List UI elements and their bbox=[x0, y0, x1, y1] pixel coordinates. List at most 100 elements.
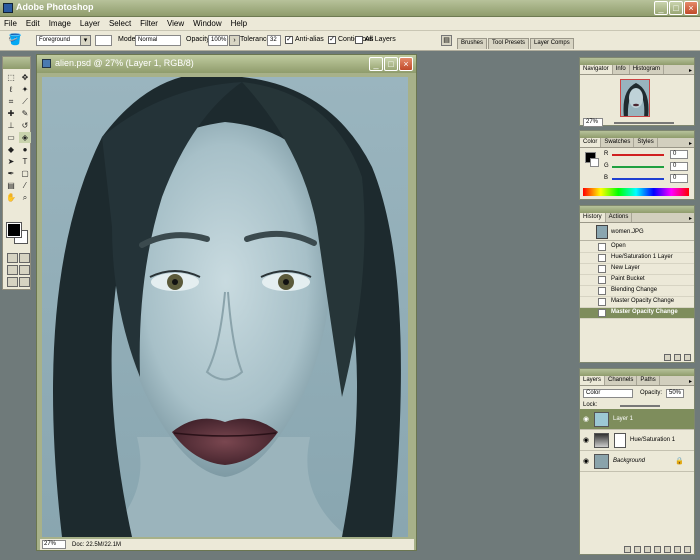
new-document-from-state-icon[interactable] bbox=[664, 354, 671, 361]
screen-mode-standard-icon[interactable] bbox=[7, 265, 18, 275]
contiguous-checkbox[interactable]: ✓ bbox=[328, 36, 336, 44]
history-state[interactable]: Master Opacity Change bbox=[580, 297, 694, 308]
shape-tool-icon[interactable]: ▢ bbox=[19, 168, 31, 179]
color-r-input[interactable]: 0 bbox=[670, 150, 688, 159]
tab-navigator[interactable]: Navigator bbox=[580, 65, 613, 74]
close-button[interactable]: × bbox=[684, 1, 698, 15]
type-tool-icon[interactable]: T bbox=[19, 156, 31, 167]
new-snapshot-icon[interactable] bbox=[674, 354, 681, 361]
layer-row-layer-1[interactable]: ◉ Layer 1 bbox=[580, 409, 694, 430]
tab-info[interactable]: Info bbox=[613, 65, 630, 74]
tab-actions[interactable]: Actions bbox=[606, 213, 633, 222]
layer-mask-icon[interactable] bbox=[644, 546, 651, 553]
trash-icon[interactable] bbox=[684, 546, 691, 553]
adjustment-layer-button-icon[interactable] bbox=[664, 546, 671, 553]
menu-layer[interactable]: Layer bbox=[80, 19, 100, 28]
color-r-slider[interactable] bbox=[612, 154, 664, 156]
crop-tool-icon[interactable]: ⌗ bbox=[5, 96, 17, 107]
color-b-slider[interactable] bbox=[612, 178, 664, 180]
eyedropper-tool-icon[interactable]: ⁄ bbox=[19, 180, 31, 191]
menu-edit[interactable]: Edit bbox=[26, 19, 40, 28]
eraser-tool-icon[interactable]: ▭ bbox=[5, 132, 17, 143]
menu-image[interactable]: Image bbox=[49, 19, 71, 28]
color-menu-icon[interactable]: ▸ bbox=[689, 140, 692, 147]
history-grip[interactable] bbox=[580, 206, 694, 213]
eye-icon[interactable]: ◉ bbox=[583, 415, 589, 423]
foreground-color-swatch[interactable] bbox=[6, 222, 22, 238]
dodge-tool-icon[interactable]: ● bbox=[19, 144, 31, 155]
mode-select[interactable]: Normal bbox=[135, 35, 181, 46]
history-brush-tool-icon[interactable]: ↺ bbox=[19, 120, 31, 131]
menu-help[interactable]: Help bbox=[231, 19, 247, 28]
document-maximize-button[interactable]: □ bbox=[384, 57, 398, 71]
tab-swatches[interactable]: Swatches bbox=[601, 138, 635, 147]
blur-tool-icon[interactable]: ◆ bbox=[5, 144, 17, 155]
tab-paths[interactable]: Paths bbox=[637, 376, 660, 385]
toolbox-grip[interactable] bbox=[3, 57, 30, 69]
opacity-input[interactable]: 100% bbox=[208, 35, 228, 46]
chevron-down-icon[interactable]: ▾ bbox=[80, 35, 91, 46]
maximize-button[interactable]: □ bbox=[669, 1, 683, 15]
color-spectrum-ramp[interactable] bbox=[583, 188, 689, 196]
path-selection-tool-icon[interactable]: ➤ bbox=[5, 156, 17, 167]
blend-mode-select[interactable]: Color bbox=[583, 389, 633, 398]
tab-channels[interactable]: Channels bbox=[605, 376, 638, 385]
color-g-slider[interactable] bbox=[612, 166, 664, 168]
healing-brush-tool-icon[interactable]: ✚ bbox=[5, 108, 17, 119]
history-state[interactable]: Paint Bucket bbox=[580, 275, 694, 286]
menu-filter[interactable]: Filter bbox=[140, 19, 158, 28]
history-state-selected[interactable]: Master Opacity Change bbox=[580, 308, 694, 319]
document-title-bar[interactable]: alien.psd @ 27% (Layer 1, RGB/8) _ □ × bbox=[37, 55, 416, 73]
hand-tool-icon[interactable]: ✋ bbox=[5, 192, 17, 203]
lasso-tool-icon[interactable]: ℓ bbox=[5, 84, 17, 95]
document-close-button[interactable]: × bbox=[399, 57, 413, 71]
layer-row-background[interactable]: ◉ Background 🔒 bbox=[580, 451, 694, 472]
tolerance-input[interactable]: 32 bbox=[267, 35, 281, 46]
image-canvas[interactable] bbox=[42, 77, 408, 537]
menu-file[interactable]: File bbox=[4, 19, 17, 28]
eye-icon[interactable]: ◉ bbox=[583, 436, 589, 444]
layers-grip[interactable] bbox=[580, 369, 694, 376]
history-snapshot[interactable]: women.JPG bbox=[580, 224, 694, 241]
zoom-tool-icon[interactable]: ⌕ bbox=[19, 192, 31, 203]
navigator-menu-icon[interactable]: ▸ bbox=[689, 67, 692, 74]
navigator-zoom-slider[interactable] bbox=[614, 122, 674, 124]
document-zoom-input[interactable]: 27% bbox=[42, 540, 66, 549]
color-background-swatch[interactable] bbox=[590, 158, 599, 167]
menu-view[interactable]: View bbox=[167, 19, 184, 28]
pattern-picker[interactable] bbox=[95, 35, 112, 46]
tab-styles[interactable]: Styles bbox=[634, 138, 658, 147]
trash-icon[interactable] bbox=[684, 354, 691, 361]
menu-window[interactable]: Window bbox=[193, 19, 221, 28]
tab-history[interactable]: History bbox=[580, 213, 606, 222]
document-minimize-button[interactable]: _ bbox=[369, 57, 383, 71]
quick-mask-mode-icon[interactable] bbox=[19, 253, 30, 263]
antialias-checkbox[interactable]: ✓ bbox=[285, 36, 293, 44]
tab-histogram[interactable]: Histogram bbox=[630, 65, 665, 74]
opacity-arrow-icon[interactable]: › bbox=[229, 35, 240, 46]
jump-to-imageready-icon[interactable] bbox=[19, 277, 30, 287]
palette-well-tool-presets[interactable]: Tool Presets bbox=[488, 38, 530, 49]
fill-slider[interactable] bbox=[620, 405, 660, 407]
layer-style-icon[interactable] bbox=[634, 546, 641, 553]
history-state[interactable]: Hue/Saturation 1 Layer bbox=[580, 253, 694, 264]
pen-tool-icon[interactable]: ✒ bbox=[5, 168, 17, 179]
color-grip[interactable] bbox=[580, 131, 694, 138]
palette-well-layer-comps[interactable]: Layer Comps bbox=[530, 38, 574, 49]
navigator-thumbnail[interactable] bbox=[620, 79, 650, 117]
layers-menu-icon[interactable]: ▸ bbox=[689, 378, 692, 385]
standard-mode-icon[interactable] bbox=[7, 253, 18, 263]
history-menu-icon[interactable]: ▸ bbox=[689, 215, 692, 222]
new-layer-icon[interactable] bbox=[674, 546, 681, 553]
minimize-button[interactable]: _ bbox=[654, 1, 668, 15]
magic-wand-tool-icon[interactable]: ✦ bbox=[19, 84, 31, 95]
slice-tool-icon[interactable]: ⟋ bbox=[19, 96, 31, 107]
screen-mode-full-icon[interactable] bbox=[19, 265, 30, 275]
eye-icon[interactable]: ◉ bbox=[583, 457, 589, 465]
layer-opacity-input[interactable]: 50% bbox=[666, 389, 684, 398]
paint-bucket-tool-button-icon[interactable]: ◈ bbox=[19, 132, 31, 143]
brush-tool-icon[interactable]: ✎ bbox=[19, 108, 31, 119]
move-tool-icon[interactable]: ✥ bbox=[19, 72, 31, 83]
palette-well-brushes[interactable]: Brushes bbox=[457, 38, 488, 49]
color-b-input[interactable]: 0 bbox=[670, 174, 688, 183]
